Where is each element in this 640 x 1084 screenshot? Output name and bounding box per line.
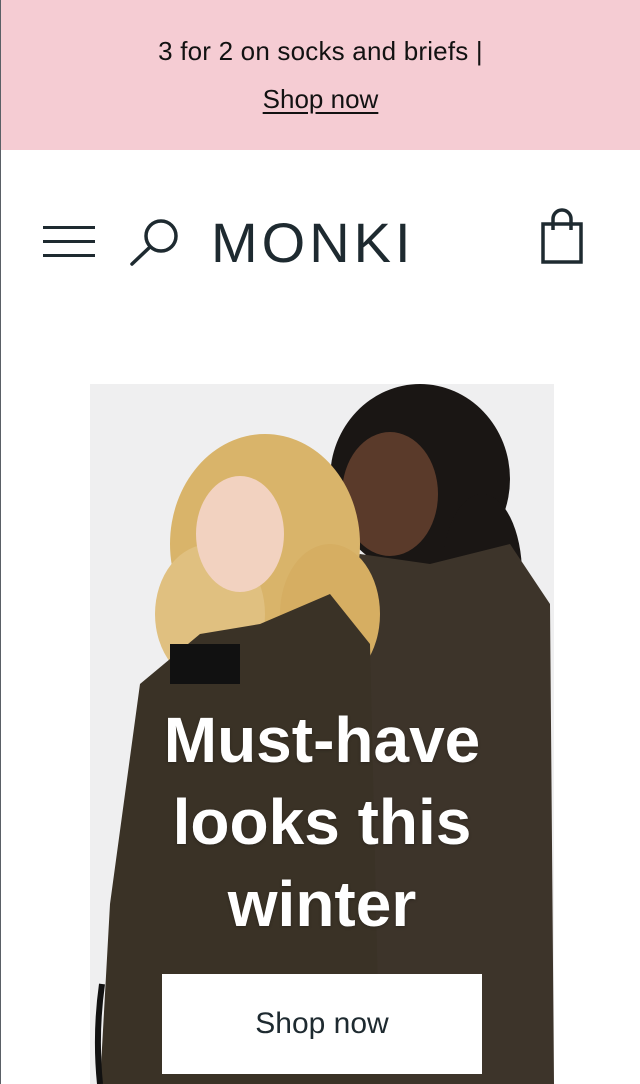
promo-text: 3 for 2 on socks and briefs |	[158, 36, 483, 66]
promo-shop-now-link[interactable]: Shop now	[1, 84, 640, 115]
hamburger-menu-icon[interactable]	[41, 222, 97, 262]
monki-logo[interactable]: MONKI	[205, 208, 441, 274]
hero-title-line-1: Must-have	[163, 703, 481, 776]
hero-title: Must-have looks this winter	[90, 699, 554, 945]
hero-banner[interactable]: Must-have looks this winter Shop now	[90, 384, 554, 1084]
shopping-bag-icon[interactable]	[537, 206, 589, 268]
promo-banner: 3 for 2 on socks and briefs | Shop now	[1, 0, 640, 150]
hero-shop-now-button[interactable]: Shop now	[162, 974, 482, 1074]
search-icon[interactable]	[127, 216, 183, 268]
hero-title-line-2: looks this	[172, 785, 472, 858]
logo-wordmark: MONKI	[211, 211, 415, 274]
hero-title-line-3: winter	[227, 867, 417, 940]
site-header: MONKI	[1, 150, 640, 330]
